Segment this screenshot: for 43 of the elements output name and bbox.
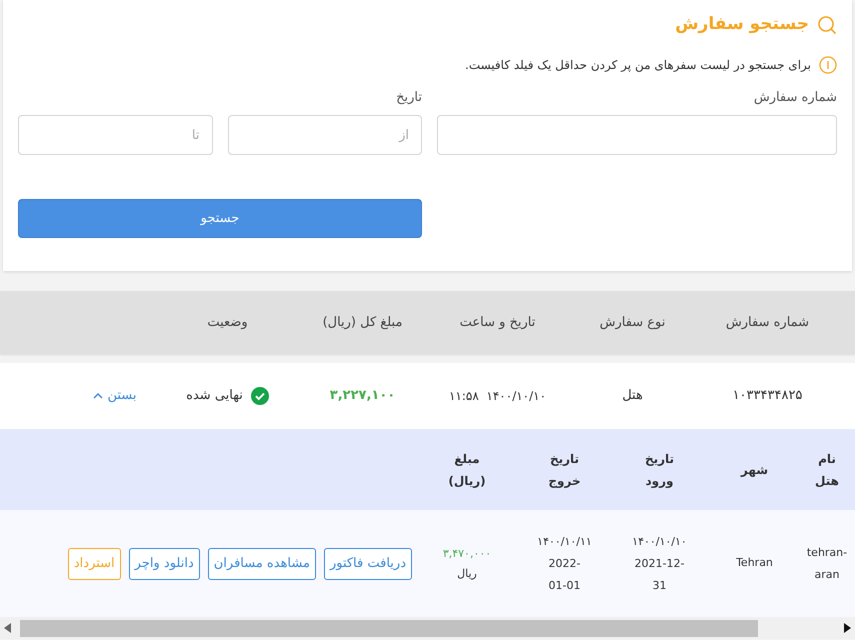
table-cell-text: هتل <box>621 387 644 406</box>
table-cell-text: ۱۴۰۰/۱۰/۱۰ <box>632 534 687 550</box>
collapse-toggle[interactable]: بستن <box>70 386 160 406</box>
hint-text: برای جستجو در لیست سفرهای من پر کردن حداقل یک فیلد کافیست. <box>465 56 811 74</box>
table-cell-text: tehran-aran <box>806 544 848 582</box>
column-header: تاریخ خروج <box>547 450 582 490</box>
amount-text: ۳,۴۷۰,۰۰۰ <box>442 546 492 562</box>
table-cell-text: Tehran <box>735 555 774 572</box>
column-header: تاریخ ورود <box>644 450 676 490</box>
column-header: شماره سفارش <box>724 314 810 332</box>
field-label: تاریخ <box>395 88 422 106</box>
status-text: نهایی شده <box>186 387 243 406</box>
scrollbar-thumb[interactable] <box>20 620 758 636</box>
table-cell-text: 2021-12-31 <box>634 556 686 594</box>
table-cell-text: ۳,۲۲۷,۱۰۰ <box>328 387 396 406</box>
scroll-right-icon[interactable] <box>843 623 851 633</box>
table-cell-text: ۱۴۰۰/۱۰/۱۰ ۱۱:۵۸ <box>448 388 548 405</box>
column-header: مبلغ کل (ریال) <box>322 314 404 332</box>
scroll-left-icon[interactable] <box>4 623 12 633</box>
currency-text: ریال <box>457 566 477 582</box>
column-header: تاریخ و ساعت <box>458 314 536 332</box>
field-label: شماره سفارش <box>752 88 837 106</box>
table-cell-text: ۱۴۰۰/۱۰/۱۱ <box>537 534 592 550</box>
table-cell-text: 2022-01-01 <box>548 556 582 594</box>
column-header: نوع سفارش <box>598 314 666 332</box>
column-header: مبلغ (ریال) <box>447 450 487 490</box>
action-button[interactable]: استرداد <box>68 548 121 580</box>
search-icon <box>817 14 837 35</box>
column-header: نام هتل <box>814 450 840 490</box>
panel-title: جستجو سفارش <box>675 13 809 36</box>
chevron-up-icon <box>93 392 104 400</box>
check-circle-icon <box>250 387 269 405</box>
input-field[interactable] <box>437 115 837 155</box>
info-icon <box>819 56 837 74</box>
input-field[interactable]: تا <box>18 115 212 155</box>
action-button[interactable]: مشاهده مسافران <box>208 548 316 580</box>
column-header: شهر <box>739 462 770 479</box>
action-button[interactable]: دانلود واچر <box>128 548 200 580</box>
search-button[interactable]: جستجو <box>18 199 422 238</box>
column-header: وضعیت <box>206 314 249 332</box>
input-field[interactable]: از <box>228 115 422 155</box>
table-cell-text: ۱۰۳۳۴۳۴۸۲۵ <box>732 387 804 406</box>
action-button[interactable]: دریافت فاکتور <box>324 548 412 580</box>
